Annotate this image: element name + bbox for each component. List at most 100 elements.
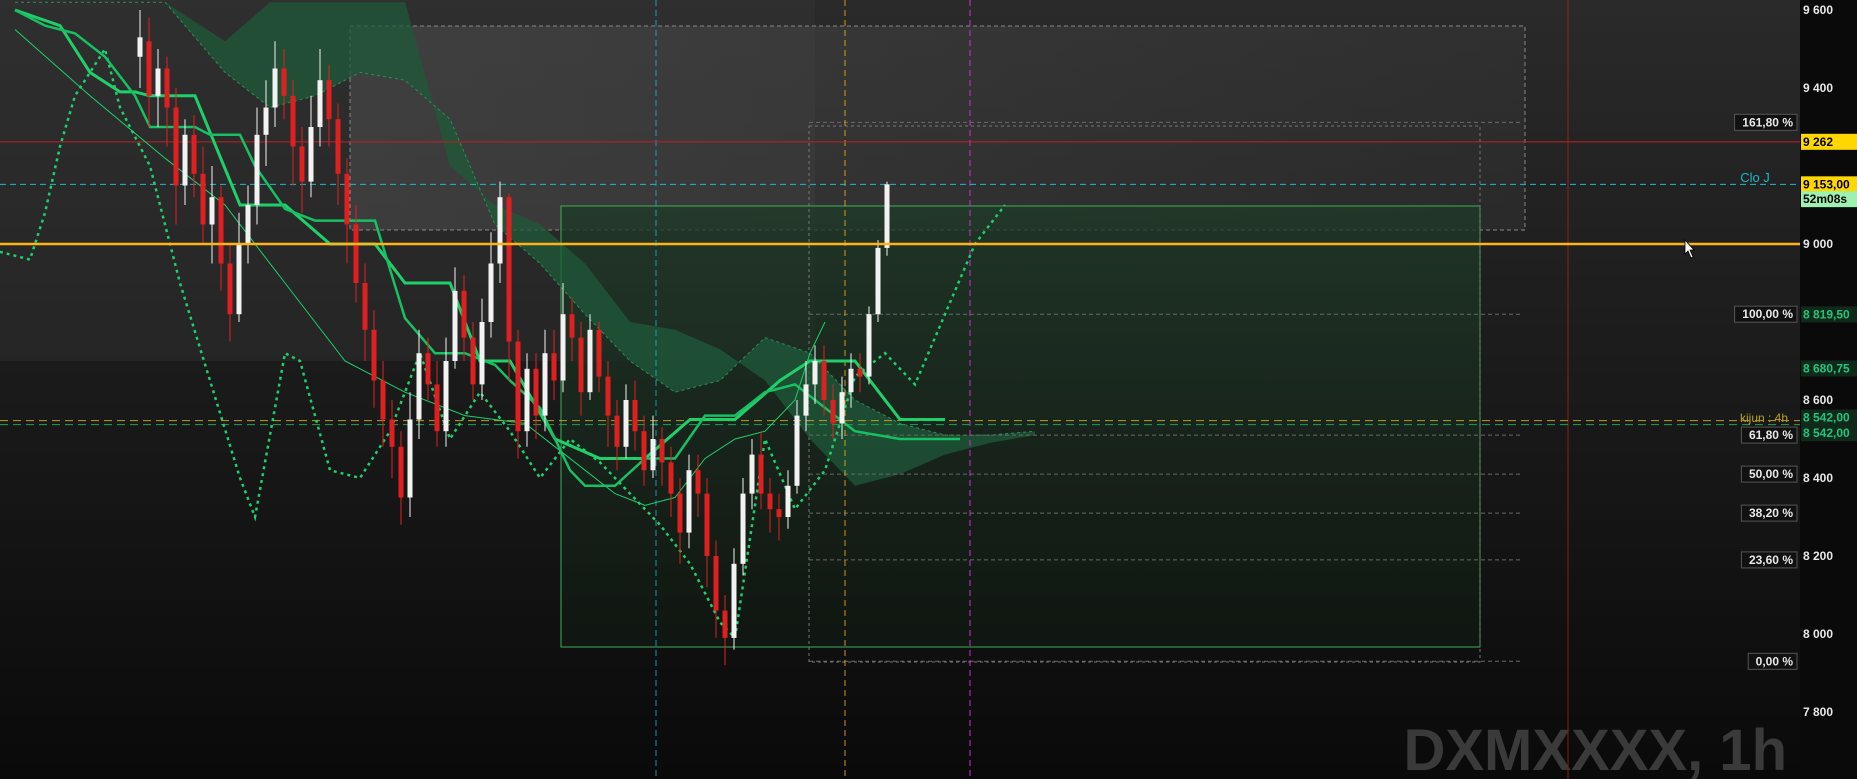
- price-tick-label: 9 600: [1803, 3, 1833, 17]
- candle-body: [560, 314, 566, 381]
- candle-body: [173, 107, 179, 186]
- candle-body: [398, 446, 404, 498]
- candle-body: [371, 329, 377, 381]
- candle-body: [704, 493, 710, 556]
- price-tag-label: 52m08s: [1803, 192, 1847, 206]
- candle-body: [578, 337, 584, 393]
- candle-body: [335, 119, 341, 174]
- candle-body: [245, 205, 251, 244]
- candle-body: [488, 263, 494, 322]
- candle-body: [650, 439, 656, 471]
- candle-body: [542, 353, 548, 416]
- candle-body: [587, 329, 593, 393]
- candle-body: [812, 361, 818, 385]
- candle-body: [236, 244, 242, 315]
- fib-label: 23,60 %: [1749, 553, 1793, 567]
- candle-body: [668, 462, 674, 494]
- candle-body: [524, 368, 530, 432]
- watermark: DXMXXXX, 1h: [1403, 718, 1787, 779]
- price-tag-label: 9 153,00: [1803, 177, 1850, 191]
- candle-body: [623, 400, 629, 447]
- candle-body: [677, 493, 683, 533]
- candle-body: [803, 384, 809, 416]
- candle-body: [362, 283, 368, 330]
- candle-body: [749, 454, 755, 494]
- candle-body: [272, 68, 278, 108]
- candle-body: [848, 368, 854, 393]
- candle-body: [416, 353, 422, 420]
- candle-body: [344, 173, 350, 225]
- candle-body: [146, 41, 152, 96]
- target-zone-box: [349, 25, 1526, 231]
- candle-body: [479, 322, 485, 385]
- fib-label: 38,20 %: [1749, 506, 1793, 520]
- candle-body: [182, 134, 188, 186]
- price-tag-label: 9 262: [1803, 135, 1833, 149]
- candle-body: [470, 337, 476, 385]
- candle-body: [389, 419, 395, 447]
- candle-body: [452, 290, 458, 361]
- fib-label: 61,80 %: [1749, 428, 1793, 442]
- fib-label: 161,80 %: [1742, 115, 1793, 129]
- candle-body: [461, 290, 467, 338]
- candle-body: [299, 146, 305, 182]
- candle-body: [155, 68, 161, 96]
- candle-body: [641, 431, 647, 471]
- candle-body: [191, 134, 197, 174]
- candle-body: [614, 415, 620, 447]
- fib-label: 50,00 %: [1749, 467, 1793, 481]
- candle-body: [281, 68, 287, 96]
- candle-body: [695, 470, 701, 494]
- candle-body: [506, 197, 512, 342]
- price-tick-label: 9 400: [1803, 81, 1833, 95]
- candle-body: [308, 127, 314, 182]
- price-axis-bg: [1800, 0, 1857, 779]
- candle-body: [254, 134, 260, 205]
- candle-body: [659, 439, 665, 463]
- price-tick-label: 9 000: [1803, 237, 1833, 251]
- price-tick-label: 8 400: [1803, 471, 1833, 485]
- candle-body: [713, 556, 719, 611]
- candle-body: [758, 454, 764, 494]
- price-tag-label: 8 542,00: [1803, 426, 1850, 440]
- candle-body: [137, 37, 143, 57]
- candle-body: [443, 361, 449, 432]
- candle-body: [407, 419, 413, 498]
- candle-body: [326, 80, 332, 120]
- candle-body: [569, 314, 575, 338]
- candle-body: [551, 353, 557, 381]
- candle-body: [227, 263, 233, 315]
- price-tag-label: 8 680,75: [1803, 362, 1850, 376]
- candle-body: [839, 392, 845, 424]
- fib-label: 100,00 %: [1742, 307, 1793, 321]
- fib-label: 0,00 %: [1756, 654, 1794, 668]
- price-tick-label: 8 600: [1803, 393, 1833, 407]
- price-tick-label: 8 000: [1803, 627, 1833, 641]
- candle-body: [533, 368, 539, 416]
- candle-body: [731, 563, 737, 638]
- candle-body: [632, 400, 638, 432]
- candle-body: [596, 329, 602, 377]
- price-tag-label: 8 542,00: [1803, 411, 1850, 425]
- clo-j-label: Clo J: [1740, 170, 1770, 185]
- candle-body: [380, 380, 386, 420]
- candle-body: [317, 80, 323, 127]
- candle-body: [830, 400, 836, 424]
- price-tag-label: 8 819,50: [1803, 307, 1850, 321]
- price-axis[interactable]: 9 600 9 400 9 000 8 600 8 400 8 200 8 000 7 800: [1800, 0, 1857, 779]
- candle-body: [263, 107, 269, 135]
- candle-body: [434, 384, 440, 432]
- candle-body: [425, 353, 431, 385]
- candle-body: [353, 224, 359, 283]
- candle-body: [515, 341, 521, 432]
- candle-body: [722, 610, 728, 638]
- candle-body: [164, 68, 170, 108]
- candle-body: [866, 314, 872, 377]
- candle-body: [209, 197, 215, 225]
- price-chart[interactable]: DXMXXXX, 1h 9 600 9 400 9 000 8 600 8 400 8 2…: [0, 0, 1857, 779]
- candle-body: [785, 485, 791, 517]
- candle-body: [875, 247, 881, 315]
- candle-body: [884, 184, 890, 248]
- price-tick-label: 8 200: [1803, 549, 1833, 563]
- candle-body: [686, 470, 692, 533]
